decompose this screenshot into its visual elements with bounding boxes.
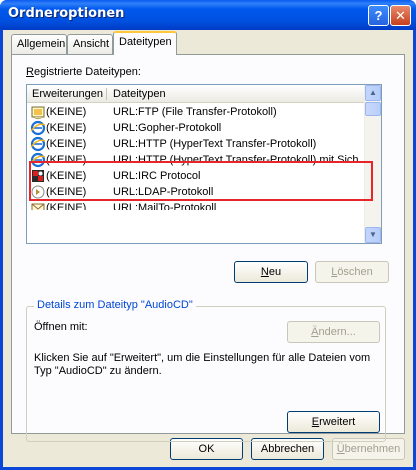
irc-icon — [32, 170, 44, 182]
close-icon: ✕ — [395, 8, 406, 23]
button-label: rweitert — [319, 416, 356, 428]
close-button[interactable]: ✕ — [390, 5, 411, 26]
mnemonic: R — [26, 66, 34, 78]
mnemonic: N — [260, 266, 269, 278]
list-item-extension: (KEINE) — [46, 154, 87, 166]
list-item-extension: (KEINE) — [46, 122, 87, 134]
help-button[interactable]: ? — [368, 5, 389, 26]
button-label: ndern... — [318, 326, 356, 338]
list-item[interactable]: (KEINE) URL:HTTP (HyperText Transfer-Pro… — [27, 136, 371, 152]
title-bar[interactable]: Ordneroptionen ? ✕ — [0, 0, 416, 30]
window-title: Ordneroptionen — [8, 6, 125, 21]
list-header: Erweiterungen Dateitypen — [27, 85, 371, 103]
new-button[interactable]: Neu — [234, 261, 308, 283]
ldap-icon — [31, 185, 45, 199]
description-line: Typ "AudioCD" zu ändern. — [34, 365, 162, 377]
ie-icon — [30, 152, 46, 168]
list-item-type: URL:Gopher-Protokoll — [113, 122, 222, 134]
details-description: Klicken Sie auf "Erweitert", um die Eins… — [34, 352, 384, 378]
button-label: OK — [198, 443, 215, 455]
advanced-button[interactable]: Erweitert — [287, 411, 380, 433]
list-item-extension: (KEINE) — [46, 138, 87, 150]
list-item-type: URL:IRC Protocol — [113, 170, 201, 182]
opens-with-label: Öffnen mit: — [34, 321, 88, 333]
dialog-client: Allgemein Ansicht Dateitypen Registriert… — [3, 30, 413, 467]
tab-label: Allgemein — [17, 38, 66, 50]
registered-types-label: Registrierte Dateitypen: — [26, 66, 141, 78]
column-divider[interactable] — [106, 88, 107, 100]
change-button[interactable]: Ändern... — [287, 321, 380, 343]
details-group-title: Details zum Dateityp "AudioCD" — [34, 299, 196, 311]
list-item-type: URL:LDAP-Protokoll — [113, 186, 214, 198]
mnemonic: Ü — [336, 443, 345, 455]
button-label: bernehmen — [344, 443, 401, 455]
chevron-up-icon: ▲ — [369, 88, 377, 97]
tab-label: Ansicht — [73, 38, 110, 50]
scroll-thumb[interactable] — [365, 102, 381, 116]
description-line: Klicken Sie auf "Erweitert", um die Eins… — [34, 352, 371, 364]
list-item-type: URL:MailTo-Protokoll — [113, 202, 217, 210]
mail-icon — [31, 203, 45, 210]
scroll-up-button[interactable]: ▲ — [365, 85, 381, 101]
list-item[interactable]: (KEINE) URL:HTTP (HyperText Transfer-Pro… — [27, 152, 371, 168]
file-types-list[interactable]: Erweiterungen Dateitypen (KEINE) URL:FTP… — [26, 84, 382, 244]
list-item-extension: (KEINE) — [46, 106, 87, 118]
tab-panel-dateitypen: Registrierte Dateitypen: Erweiterungen D… — [11, 54, 405, 442]
list-item[interactable]: (KEINE) URL:LDAP-Protokoll — [27, 184, 371, 200]
help-icon: ? — [374, 8, 383, 23]
label-text: egistrierte Dateitypen: — [33, 66, 141, 78]
column-extensions[interactable]: Erweiterungen — [32, 88, 103, 100]
button-label: Abbrechen — [260, 443, 315, 455]
mnemonic: Ä — [311, 326, 319, 338]
list-item[interactable]: (KEINE) URL:Gopher-Protokoll — [27, 120, 371, 136]
column-file-types[interactable]: Dateitypen — [113, 88, 166, 100]
vertical-scrollbar[interactable]: ▲ ▼ — [364, 85, 381, 243]
list-item-type: URL:FTP (File Transfer-Protokoll) — [113, 106, 277, 118]
ie-icon — [30, 120, 46, 136]
tab-allgemein[interactable]: Allgemein — [11, 34, 67, 54]
chevron-down-icon: ▼ — [369, 230, 377, 239]
folder-options-window: Ordneroptionen ? ✕ Allgemein Ansicht Dat… — [0, 0, 416, 470]
list-item[interactable]: (KEINE) URL:IRC Protocol — [27, 168, 371, 184]
scroll-down-button[interactable]: ▼ — [365, 227, 381, 243]
list-item-extension: (KEINE) — [46, 170, 87, 182]
list-item-extension: (KEINE) — [46, 202, 87, 210]
list-item[interactable]: (KEINE) URL:MailTo-Protokoll — [27, 200, 371, 210]
button-label: eu — [268, 266, 282, 278]
list-item-type: URL:HTTP (HyperText Transfer-Protokoll) — [113, 138, 317, 150]
button-label: öschen — [337, 266, 373, 278]
list-item-type: URL:HTTP (HyperText Transfer-Protokoll) … — [113, 154, 368, 166]
ftp-icon — [31, 106, 45, 120]
list-item[interactable]: (KEINE) URL:FTP (File Transfer-Protokoll… — [27, 104, 371, 120]
tab-ansicht[interactable]: Ansicht — [67, 34, 113, 54]
tab-label: Dateitypen — [119, 36, 172, 48]
delete-button[interactable]: Löschen — [315, 261, 389, 283]
tab-dateitypen[interactable]: Dateitypen — [113, 31, 177, 55]
list-item-extension: (KEINE) — [46, 186, 87, 198]
ie-icon — [30, 136, 46, 152]
